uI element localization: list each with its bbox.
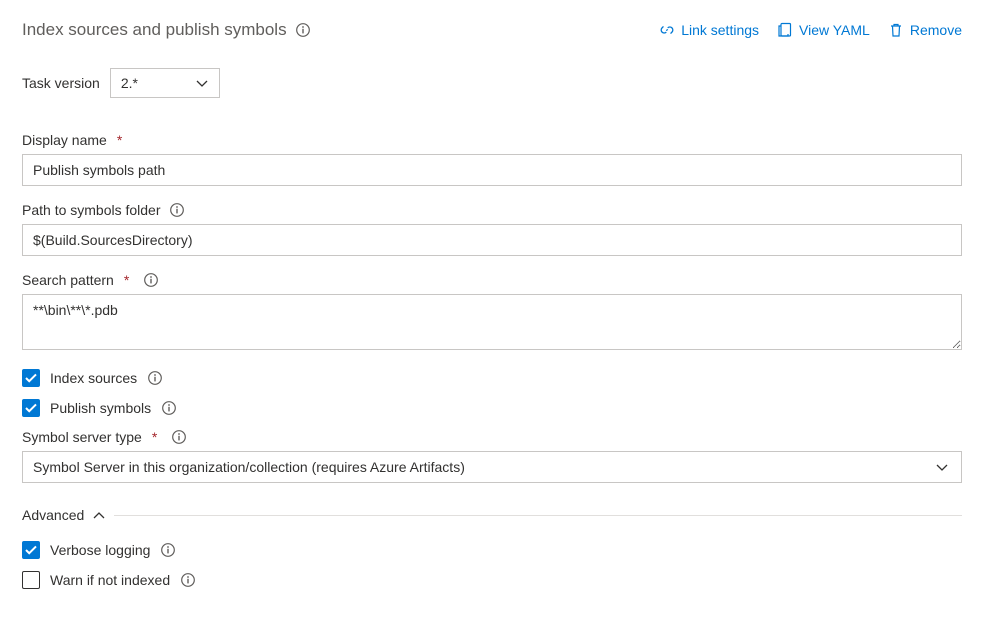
display-name-input[interactable]	[22, 154, 962, 186]
info-icon[interactable]	[143, 272, 159, 288]
warn-not-indexed-checkbox[interactable]	[22, 571, 40, 589]
advanced-title: Advanced	[22, 507, 84, 523]
task-version-row: Task version 2.*	[22, 68, 962, 98]
remove-label: Remove	[910, 22, 962, 38]
verbose-logging-row: Verbose logging	[22, 541, 962, 559]
index-sources-label: Index sources	[50, 370, 137, 386]
link-settings-label: Link settings	[681, 22, 759, 38]
chevron-down-icon	[195, 76, 209, 90]
chevron-up-icon	[92, 508, 106, 522]
index-sources-checkbox[interactable]	[22, 369, 40, 387]
divider-line	[114, 515, 962, 516]
task-header: Index sources and publish symbols Link s…	[22, 20, 962, 40]
chevron-down-icon	[935, 460, 949, 474]
trash-icon	[888, 22, 904, 38]
view-yaml-button[interactable]: View YAML	[777, 22, 870, 38]
search-pattern-field: Search pattern *	[22, 272, 962, 353]
advanced-section-toggle[interactable]: Advanced	[22, 507, 962, 523]
link-settings-button[interactable]: Link settings	[659, 22, 759, 38]
info-icon[interactable]	[295, 22, 311, 38]
warn-not-indexed-row: Warn if not indexed	[22, 571, 962, 589]
remove-button[interactable]: Remove	[888, 22, 962, 38]
required-indicator: *	[124, 272, 129, 288]
required-indicator: *	[152, 429, 157, 445]
task-version-value: 2.*	[121, 75, 138, 91]
symbols-folder-field: Path to symbols folder	[22, 202, 962, 256]
server-type-select[interactable]: Symbol Server in this organization/colle…	[22, 451, 962, 483]
publish-symbols-label: Publish symbols	[50, 400, 151, 416]
info-icon[interactable]	[169, 202, 185, 218]
info-icon[interactable]	[180, 572, 196, 588]
symbols-folder-input[interactable]	[22, 224, 962, 256]
yaml-icon	[777, 22, 793, 38]
search-pattern-input[interactable]	[22, 294, 962, 350]
page-title: Index sources and publish symbols	[22, 20, 287, 40]
task-version-label: Task version	[22, 75, 100, 91]
info-icon[interactable]	[160, 542, 176, 558]
publish-symbols-checkbox[interactable]	[22, 399, 40, 417]
view-yaml-label: View YAML	[799, 22, 870, 38]
server-type-field: Symbol server type * Symbol Server in thi…	[22, 429, 962, 483]
server-type-value: Symbol Server in this organization/colle…	[33, 459, 465, 475]
verbose-logging-label: Verbose logging	[50, 542, 150, 558]
task-version-select[interactable]: 2.*	[110, 68, 220, 98]
info-icon[interactable]	[171, 429, 187, 445]
display-name-label: Display name	[22, 132, 107, 148]
header-actions: Link settings View YAML Remove	[659, 22, 962, 38]
symbols-folder-label: Path to symbols folder	[22, 202, 161, 218]
index-sources-row: Index sources	[22, 369, 962, 387]
link-icon	[659, 22, 675, 38]
search-pattern-label: Search pattern	[22, 272, 114, 288]
required-indicator: *	[117, 132, 122, 148]
verbose-logging-checkbox[interactable]	[22, 541, 40, 559]
server-type-label: Symbol server type	[22, 429, 142, 445]
info-icon[interactable]	[161, 400, 177, 416]
warn-not-indexed-label: Warn if not indexed	[50, 572, 170, 588]
info-icon[interactable]	[147, 370, 163, 386]
publish-symbols-row: Publish symbols	[22, 399, 962, 417]
header-left: Index sources and publish symbols	[22, 20, 311, 40]
display-name-field: Display name *	[22, 132, 962, 186]
